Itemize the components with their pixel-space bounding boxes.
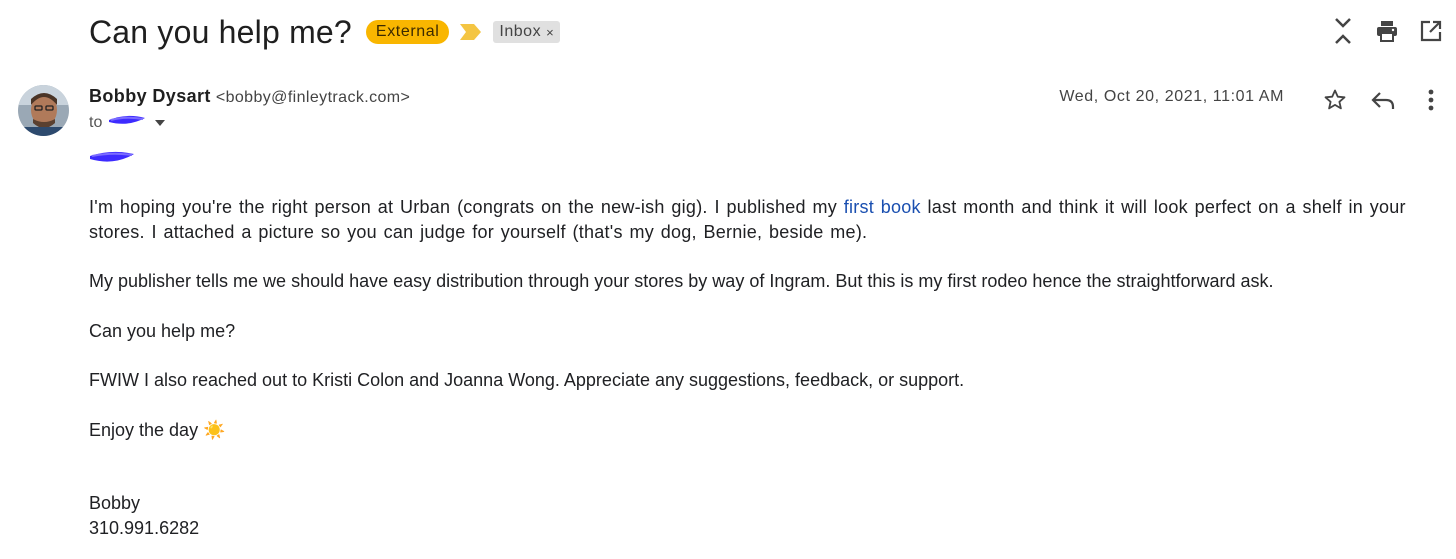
to-label: to	[89, 113, 103, 131]
body-paragraph-3: Can you help me?	[89, 320, 236, 341]
message-actions	[1322, 83, 1444, 117]
importance-marker-icon[interactable]	[459, 22, 485, 42]
inbox-label-text: Inbox	[499, 23, 542, 40]
body-text: Enjoy the day	[89, 419, 199, 440]
reply-icon[interactable]	[1370, 83, 1396, 117]
thread-actions	[1330, 14, 1444, 48]
sender-email: <bobby@finleytrack.com>	[215, 89, 411, 106]
sender-avatar[interactable]	[18, 85, 69, 136]
inbox-label[interactable]: Inbox ×	[493, 21, 561, 43]
signature-name: Bobby	[89, 493, 141, 513]
open-new-window-icon[interactable]	[1418, 14, 1444, 48]
redacted-greeting	[88, 146, 136, 173]
subject-row: Can you help me? External Inbox ×	[89, 8, 561, 56]
sender-name[interactable]: Bobby Dysart	[89, 86, 211, 106]
message-body: I'm hoping you're the right person at Ur…	[89, 195, 1429, 442]
external-badge: External	[365, 20, 450, 44]
email-subject: Can you help me?	[89, 13, 352, 50]
body-paragraph-1: I'm hoping you're the right person at Ur…	[89, 195, 1429, 244]
body-paragraph-5: Enjoy the day ☀️	[89, 418, 1429, 443]
print-icon[interactable]	[1374, 14, 1400, 48]
more-vert-icon[interactable]	[1418, 83, 1444, 117]
signature: Bobby 310.991.6282	[89, 491, 199, 540]
show-details-chevron-down-icon[interactable]	[154, 114, 166, 132]
signature-phone: 310.991.6282	[89, 517, 200, 538]
first-book-link[interactable]: first book	[844, 197, 921, 217]
sun-emoji-icon: ☀️	[203, 419, 226, 440]
star-icon[interactable]	[1322, 83, 1348, 117]
body-paragraph-4: FWIW I also reached out to Kristi Colon …	[89, 370, 965, 390]
sender-row: Bobby Dysart <bobby@finleytrack.com>	[89, 86, 410, 107]
collapse-icon[interactable]	[1330, 14, 1356, 48]
recipients-row: to	[89, 111, 166, 134]
message-date: Wed, Oct 20, 2021, 11:01 AM	[1059, 88, 1284, 105]
body-paragraph-2: My publisher tells me we should have eas…	[89, 271, 1274, 291]
redacted-recipient	[106, 111, 148, 134]
remove-label-icon[interactable]: ×	[546, 25, 554, 40]
body-text: I'm hoping you're the right person at Ur…	[89, 197, 844, 217]
